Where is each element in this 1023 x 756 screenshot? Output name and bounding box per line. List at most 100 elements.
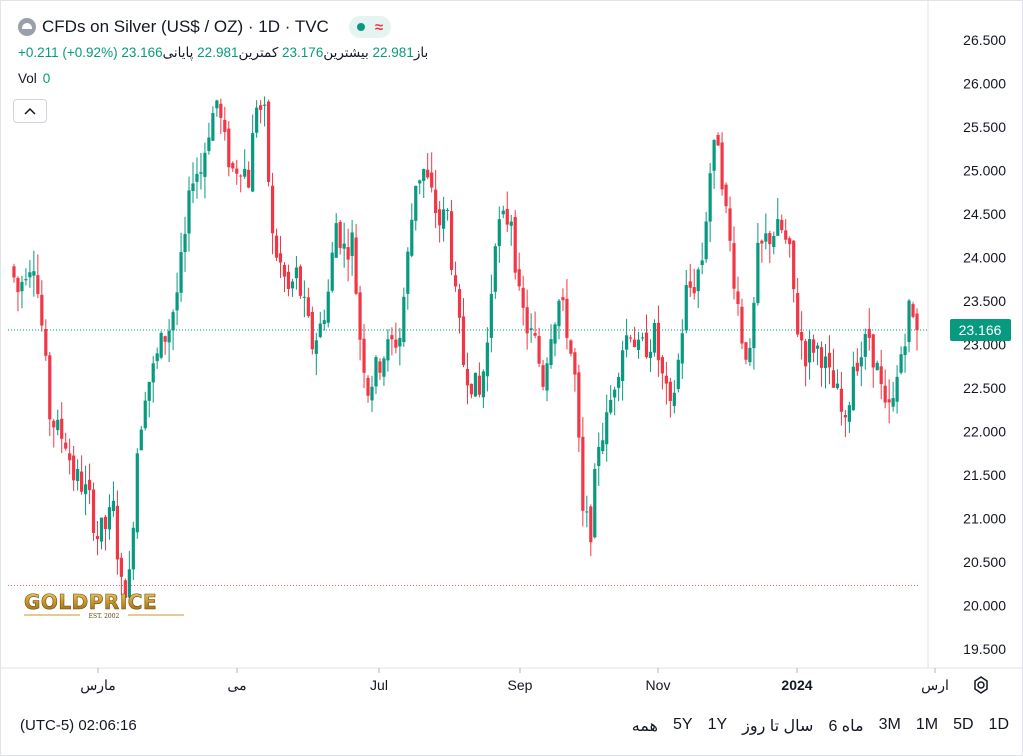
candle[interactable] [461, 298, 466, 368]
candle[interactable] [203, 142, 207, 199]
candle[interactable] [843, 409, 847, 438]
candle[interactable] [720, 132, 724, 196]
candle[interactable] [135, 448, 139, 539]
candle[interactable] [601, 422, 605, 455]
candle[interactable] [394, 322, 398, 354]
candle[interactable] [712, 139, 716, 189]
candle[interactable] [56, 409, 60, 436]
candle[interactable] [728, 196, 732, 252]
candle[interactable] [776, 198, 780, 236]
candle[interactable] [239, 174, 243, 193]
candle[interactable] [867, 308, 871, 351]
candle[interactable] [796, 277, 800, 337]
candle[interactable] [573, 348, 577, 392]
candle[interactable] [748, 338, 752, 366]
candle[interactable] [625, 318, 629, 358]
candle[interactable] [430, 152, 434, 193]
candle[interactable] [465, 352, 470, 405]
candle[interactable] [895, 365, 899, 414]
candle[interactable] [489, 274, 493, 353]
candle[interactable] [119, 552, 123, 595]
candle[interactable] [445, 208, 450, 221]
candle[interactable] [111, 481, 116, 517]
candle[interactable] [529, 313, 533, 343]
candle[interactable] [744, 341, 748, 365]
candle[interactable] [509, 214, 513, 246]
candle[interactable] [636, 331, 641, 359]
candle[interactable] [684, 270, 688, 334]
candle[interactable] [362, 323, 366, 389]
candle[interactable] [143, 391, 147, 431]
candle[interactable] [692, 268, 696, 300]
candle[interactable] [251, 114, 255, 193]
candle[interactable] [581, 417, 585, 527]
candle[interactable] [831, 348, 836, 389]
candle[interactable] [107, 494, 112, 540]
candle[interactable] [899, 346, 903, 375]
candle[interactable] [740, 298, 744, 350]
candle[interactable] [270, 172, 275, 255]
candle[interactable] [155, 347, 159, 369]
price-axis[interactable]: 26.500 26.000 25.500 25.000 24.500 24.000 23.5… [963, 32, 1006, 657]
candle[interactable] [318, 311, 322, 339]
candle[interactable] [398, 327, 402, 366]
candle[interactable] [823, 344, 828, 389]
candle[interactable] [561, 288, 565, 312]
candle[interactable] [358, 285, 362, 361]
candle[interactable] [310, 306, 314, 355]
candle[interactable] [815, 342, 820, 366]
candle[interactable] [282, 262, 287, 293]
candle[interactable] [477, 362, 482, 398]
candle[interactable] [342, 222, 346, 268]
candle[interactable] [696, 267, 700, 309]
candle[interactable] [617, 372, 621, 402]
candle[interactable] [414, 185, 418, 231]
candle[interactable] [819, 341, 824, 387]
candle[interactable] [609, 385, 613, 415]
candle[interactable] [32, 250, 36, 297]
candle[interactable] [800, 311, 804, 360]
candle[interactable] [493, 243, 497, 299]
candle[interactable] [278, 236, 283, 278]
candle[interactable] [426, 153, 430, 180]
candle[interactable] [871, 333, 875, 388]
candle[interactable] [585, 495, 589, 528]
candle[interactable] [52, 419, 56, 448]
candle[interactable] [863, 328, 867, 370]
candle[interactable] [207, 122, 211, 155]
candle[interactable] [386, 329, 390, 372]
candle[interactable] [716, 132, 720, 146]
candle[interactable] [418, 179, 422, 195]
candle[interactable] [354, 224, 358, 296]
candle[interactable] [294, 256, 299, 290]
candle[interactable] [374, 355, 378, 395]
candle[interactable] [438, 200, 442, 243]
range-ytd[interactable]: سال تا روز [742, 716, 813, 736]
candle[interactable] [91, 482, 96, 541]
gear-icon[interactable] [970, 674, 992, 696]
candle[interactable] [525, 289, 529, 350]
candle[interactable] [640, 332, 645, 342]
candle[interactable] [80, 455, 84, 495]
candle[interactable] [147, 381, 151, 418]
candle[interactable] [95, 521, 100, 556]
candle[interactable] [811, 334, 816, 362]
candle[interactable] [40, 280, 44, 332]
candle[interactable] [199, 153, 203, 190]
candle[interactable] [16, 276, 20, 312]
candle[interactable] [851, 351, 855, 411]
market-status-pill[interactable]: ≈ [348, 16, 392, 38]
timezone-clock[interactable]: (UTC-5) 02:06:16 [20, 717, 137, 734]
range-all[interactable]: همه [632, 716, 658, 736]
candle[interactable] [322, 309, 326, 331]
candle[interactable] [227, 121, 231, 177]
candle[interactable] [159, 331, 163, 360]
candle[interactable] [517, 252, 521, 291]
range-5d[interactable]: 5D [953, 716, 973, 736]
candle[interactable] [804, 338, 808, 387]
candle[interactable] [557, 298, 561, 340]
candle[interactable] [859, 341, 863, 387]
candle[interactable] [521, 275, 525, 326]
candlestick-chart[interactable]: 26.500 26.000 25.500 25.000 24.500 24.000 23.5… [0, 0, 1023, 756]
candle[interactable] [656, 305, 661, 377]
